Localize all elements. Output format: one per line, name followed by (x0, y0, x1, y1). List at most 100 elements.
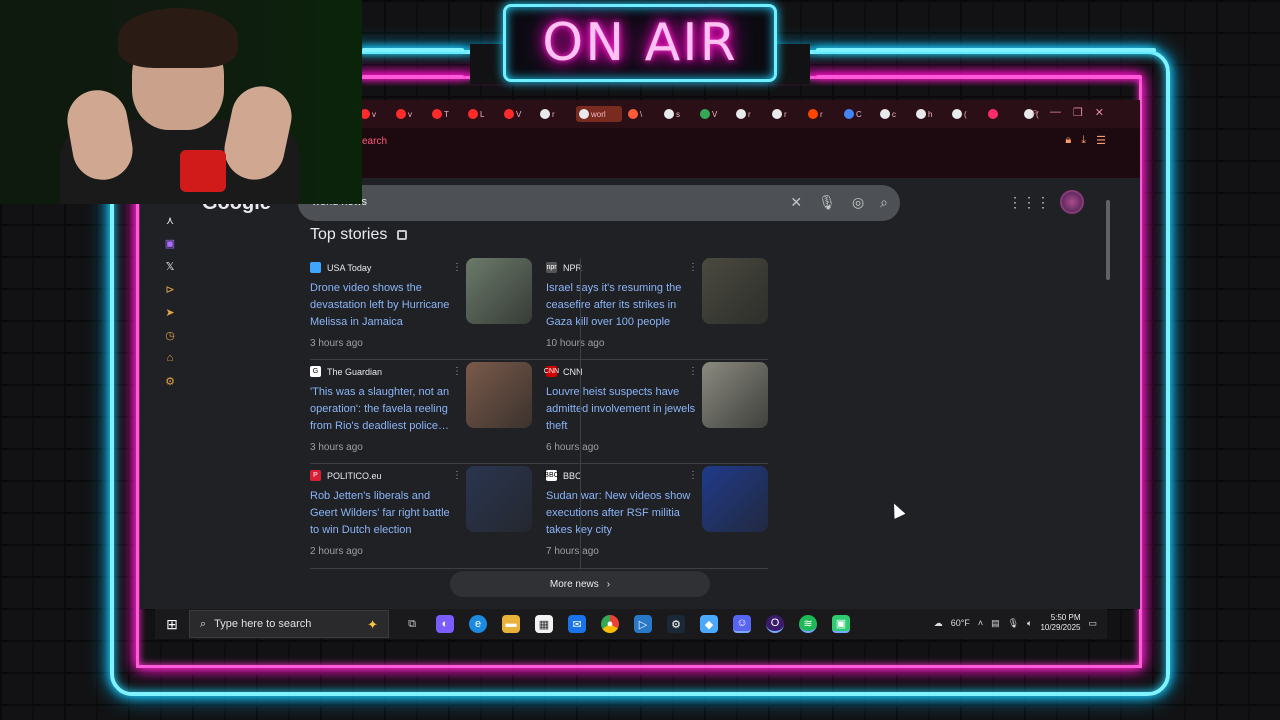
more-options-icon[interactable]: ⋮ (452, 470, 462, 481)
tab-label: h (928, 109, 933, 119)
more-options-icon[interactable]: ⋮ (688, 366, 698, 377)
story-thumbnail[interactable] (466, 258, 532, 324)
download-icon[interactable]: ⤓ (1081, 134, 1086, 147)
browser-tab[interactable]: r (772, 106, 802, 122)
lock-icon[interactable]: 🔒︎ (1065, 134, 1071, 147)
browser-tab[interactable]: worl (576, 106, 622, 122)
news-story-card[interactable]: P POLITICO.eu ⋮ Rob Jetten's liberals and G… (310, 466, 540, 570)
story-thumbnail[interactable] (702, 258, 768, 324)
search-icon[interactable]: ⌕ (880, 194, 888, 211)
story-thumbnail[interactable] (702, 362, 768, 428)
speaker-icon[interactable]: 🔈︎ (1027, 618, 1032, 629)
search-tabs-icon[interactable]: ⌕ (1032, 106, 1038, 119)
mic-tray-icon[interactable]: 🎙︎ (1008, 618, 1019, 629)
browser-tab[interactable]: v (396, 106, 426, 122)
restore-button[interactable]: ❐ (1073, 106, 1083, 119)
chevron-up-icon[interactable]: ˄ (978, 618, 983, 628)
page-scrollbar[interactable] (1106, 200, 1110, 280)
spotify-icon[interactable]: ≋ (799, 615, 817, 633)
discord-icon[interactable]: ☺ (733, 615, 751, 633)
close-button[interactable]: ✕ (1095, 106, 1104, 119)
apps-grid-icon[interactable]: ⋮⋮⋮ (1008, 194, 1050, 211)
source-logo-icon (310, 262, 321, 273)
taskbar-search[interactable]: ⌕ Type here to search ✦ (189, 610, 389, 638)
browser-tab[interactable]: V (504, 106, 534, 122)
browser-tab[interactable]: ( (952, 106, 982, 122)
store-icon[interactable]: ▦ (535, 615, 553, 633)
lens-icon[interactable]: ◎ (852, 194, 864, 211)
story-headline[interactable]: Drone video shows the devastation left b… (310, 280, 460, 331)
more-news-button[interactable]: More news › (450, 571, 710, 597)
story-headline[interactable]: Rob Jetten's liberals and Geert Wilders'… (310, 488, 460, 539)
aria-icon[interactable]: ⋏ (166, 214, 174, 227)
network-icon[interactable]: ▤ (991, 618, 1000, 629)
browser-tab[interactable]: V (700, 106, 730, 122)
browser-tab[interactable] (988, 106, 1018, 122)
search-box[interactable]: world news ✕ 🎙︎ ◎ ⌕ (298, 185, 900, 221)
open-new-icon[interactable] (397, 230, 408, 240)
browser-tab[interactable]: L (468, 106, 498, 122)
story-headline[interactable]: Sudan war: New videos show executions af… (546, 488, 696, 539)
browser-tab[interactable]: c (880, 106, 910, 122)
news-story-card[interactable]: USA Today ⋮ Drone video shows the devastat… (310, 258, 540, 362)
steam-icon[interactable]: ⚙ (667, 615, 685, 633)
more-options-icon[interactable]: ⋮ (688, 262, 698, 273)
obs-icon[interactable]: ▣ (832, 615, 850, 633)
clock[interactable]: 5:50 PM 10/29/2025 (1040, 613, 1080, 633)
edge-icon[interactable]: e (469, 615, 487, 633)
tab-label: v (408, 109, 412, 119)
twitch-icon[interactable]: ▣ (165, 237, 175, 250)
story-thumbnail[interactable] (466, 362, 532, 428)
browser-tab[interactable]: C (844, 106, 874, 122)
teams-icon[interactable]: ◆ (700, 615, 718, 633)
clear-icon[interactable]: ✕ (790, 194, 802, 211)
source-logo-icon: BBC (544, 470, 559, 481)
browser-tab[interactable]: r (736, 106, 766, 122)
story-thumbnail[interactable] (466, 466, 532, 532)
mic-icon[interactable]: 🎙︎ (818, 194, 836, 211)
task-view-icon[interactable]: ⧉ (403, 615, 421, 633)
pin-icon[interactable]: ⌂ (167, 352, 174, 365)
story-headline[interactable]: Louvre heist suspects have admitted invo… (546, 384, 696, 435)
weather-temp[interactable]: 60°F (951, 618, 970, 628)
neon-line-cyan-right (816, 48, 1156, 52)
story-source: G The Guardian (310, 366, 382, 377)
history-icon[interactable]: ◷ (165, 329, 175, 342)
news-story-card[interactable]: G The Guardian ⋮ 'This was a slaughter, not… (310, 362, 540, 466)
browser-tab[interactable]: h (916, 106, 946, 122)
media-icon[interactable]: ▷ (634, 615, 652, 633)
settings-icon[interactable]: ⚙ (165, 375, 175, 388)
browser-tab[interactable]: r (540, 106, 570, 122)
story-headline[interactable]: 'This was a slaughter, not an operation'… (310, 384, 460, 435)
toolbar-search-label[interactable]: earch (362, 136, 387, 147)
tab-label: ( (964, 109, 967, 119)
story-headline[interactable]: Israel says it's resuming the ceasefire … (546, 280, 696, 331)
chrome-icon[interactable]: ● (601, 615, 619, 633)
send-icon[interactable]: ➤ (165, 306, 174, 319)
browser-tab[interactable]: \ (628, 106, 658, 122)
more-options-icon[interactable]: ⋮ (452, 262, 462, 273)
x-icon[interactable]: 𝕏 (166, 260, 175, 273)
windows-start-icon[interactable]: ⊞ (155, 616, 189, 633)
story-thumbnail[interactable] (702, 466, 768, 532)
more-options-icon[interactable]: ⋮ (452, 366, 462, 377)
opera-gx-icon[interactable]: O (766, 615, 784, 633)
minimize-button[interactable]: — (1050, 106, 1061, 119)
browser-tab[interactable]: s (664, 106, 694, 122)
browser-tab[interactable]: T (432, 106, 462, 122)
source-name: BBC (563, 470, 582, 481)
file-explorer-icon[interactable]: ▬ (502, 615, 520, 633)
weather-icon[interactable]: ☁ (934, 618, 943, 629)
browser-tab[interactable]: r (808, 106, 838, 122)
taskbar-search-icon: ⌕ (200, 617, 207, 630)
play-icon[interactable]: ⊳ (165, 283, 174, 296)
copilot-icon[interactable]: ◐ (436, 615, 454, 633)
browser-tab[interactable]: v (360, 106, 390, 122)
tab-favicon-icon (808, 109, 818, 119)
avatar[interactable] (1060, 190, 1084, 214)
menu-icon[interactable]: ☰ (1096, 134, 1106, 147)
tab-favicon-icon (880, 109, 890, 119)
mail-icon[interactable]: ✉ (568, 615, 586, 633)
more-options-icon[interactable]: ⋮ (688, 470, 698, 481)
notifications-icon[interactable]: ▭ (1088, 618, 1097, 629)
